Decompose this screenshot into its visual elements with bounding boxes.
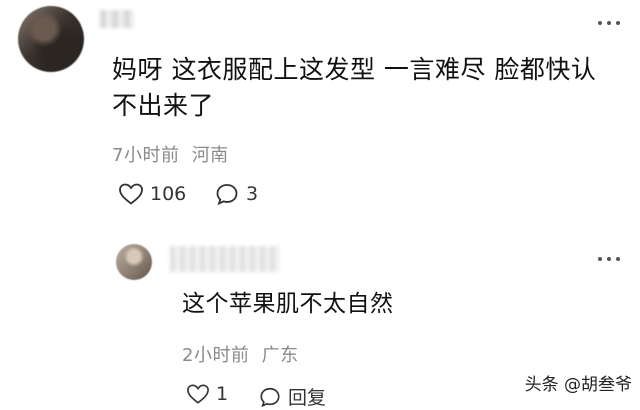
comment-time: 7小时前 — [112, 145, 180, 166]
comment-text-line2: 不出来了 — [112, 91, 215, 120]
comment-text: 妈呀 这衣服配上这发型 一言难尽 脸都快认 不出来了 — [112, 52, 632, 124]
reply-like-button[interactable]: 1 — [186, 383, 228, 405]
comment-bubble-icon — [216, 184, 238, 206]
reply-username-blurred[interactable] — [170, 246, 280, 272]
reply-location: 广东 — [261, 345, 299, 366]
reply-like-count: 1 — [216, 383, 229, 405]
comment-text-line1: 妈呀 这衣服配上这发型 一言难尽 脸都快认 — [112, 55, 597, 84]
like-button[interactable]: 106 — [118, 182, 186, 206]
reply-text: 这个苹果肌不太自然 — [182, 291, 394, 317]
reply-button[interactable]: 回复 — [258, 383, 326, 410]
reply-count-button[interactable]: 3 — [214, 182, 258, 206]
heart-icon — [187, 384, 209, 404]
heart-icon — [119, 183, 143, 205]
more-icon[interactable] — [598, 256, 620, 262]
comment-bubble-icon — [260, 387, 280, 407]
reply-time: 2小时前 — [182, 345, 250, 366]
comment-meta: 7小时前 河南 — [112, 141, 229, 167]
more-icon[interactable] — [598, 20, 620, 26]
reply-button-label: 回复 — [288, 387, 327, 409]
avatar[interactable] — [18, 6, 84, 72]
watermark: 头条 @胡叁爷 — [524, 375, 632, 395]
reply-avatar[interactable] — [116, 244, 152, 280]
like-count: 106 — [150, 183, 187, 205]
username-blurred[interactable] — [100, 10, 134, 28]
reply-meta: 2小时前 广东 — [182, 341, 299, 367]
comment-location: 河南 — [191, 145, 229, 166]
reply-count: 3 — [246, 183, 259, 205]
